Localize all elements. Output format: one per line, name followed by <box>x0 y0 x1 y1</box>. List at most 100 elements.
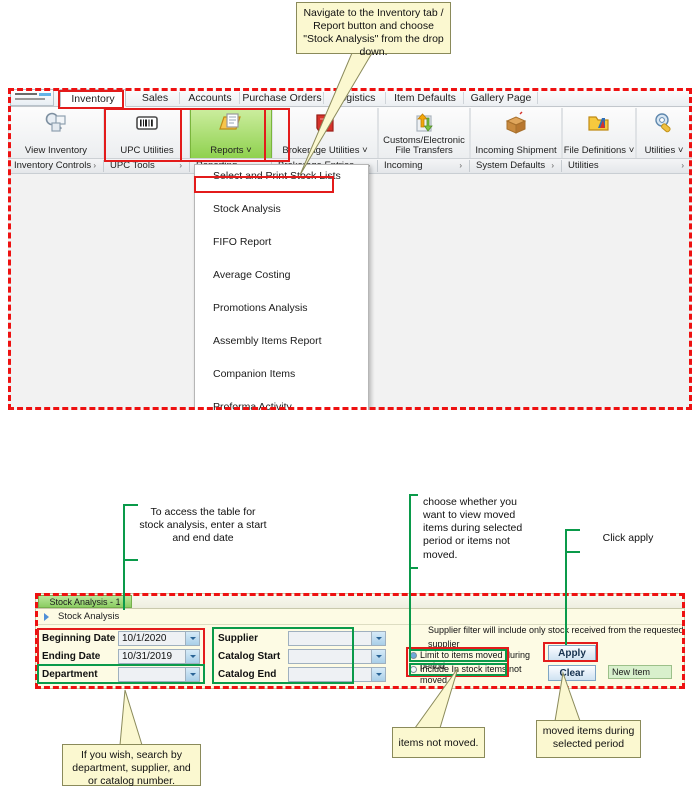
beginning-date-input[interactable]: 10/1/2020 <box>118 631 200 646</box>
menu-item-stock-analysis[interactable]: Stock Analysis <box>195 201 368 218</box>
callout-click-apply-text: Click apply <box>602 532 654 544</box>
ribbon-button-utilities-label: Utilities ˅ <box>644 145 684 156</box>
menu-item-select-and-print-stock-lists[interactable]: Select and Print Stock Lists <box>195 168 368 185</box>
chevron-down-icon[interactable] <box>371 632 385 645</box>
radio-dot-icon <box>410 652 417 659</box>
ribbon-button-customs-label: Customs/Electronic File Transfers <box>383 135 465 156</box>
new-item-label: New Item <box>612 667 651 677</box>
stock-analysis-window: Stock Analysis - 1 Stock Analysis Beginn… <box>35 593 685 689</box>
supplier-label-text: Supplier <box>218 633 259 644</box>
menu-item-fifo-report[interactable]: FIFO Report <box>195 234 368 251</box>
chevron-right-icon: › <box>179 161 182 170</box>
chevron-down-icon[interactable] <box>185 668 199 681</box>
tab-logistics[interactable]: Logistics <box>324 89 386 107</box>
supplier-filter-hint: Supplier filter will include only stock … <box>428 623 684 649</box>
chevron-down-icon[interactable] <box>371 668 385 681</box>
stock-analysis-title-text: Stock Analysis <box>58 611 120 622</box>
tab-logistics-label: Logistics <box>334 92 376 104</box>
ending-date-input[interactable]: 10/31/2019 <box>118 649 200 664</box>
menu-item-label: FIFO Report <box>213 236 272 248</box>
callout-search-note: If you wish, search by department, suppl… <box>62 744 201 787</box>
catalog-start-label: Catalog Start <box>216 649 288 664</box>
app-logo-icon <box>10 89 54 106</box>
catalog-end-label: Catalog End <box>216 667 288 682</box>
ribbon-button-view-inventory[interactable]: View Inventory <box>8 108 104 158</box>
red-book-icon <box>312 111 338 135</box>
catalog-start-label-text: Catalog Start <box>218 651 281 662</box>
tab-item-defaults-label: Item Defaults <box>394 92 456 104</box>
tab-item-defaults[interactable]: Item Defaults <box>386 89 464 107</box>
department-input[interactable] <box>118 667 200 682</box>
chevron-right-icon: › <box>93 161 96 170</box>
chevron-right-icon: › <box>681 161 684 170</box>
catalog-end-label-text: Catalog End <box>218 669 277 680</box>
tab-accounts[interactable]: Accounts <box>180 89 240 107</box>
menu-item-companion-items[interactable]: Companion Items <box>195 366 368 383</box>
callout-click-apply-note: Click apply <box>586 528 670 546</box>
ribbon-group-incoming-shipments[interactable]: Incoming Shipments › <box>378 159 470 185</box>
ribbon-group-inventory-controls[interactable]: Inventory Controls › <box>8 159 104 173</box>
callout-items-not-moved-note: items not moved. <box>392 727 485 758</box>
stock-analysis-tab-label: Stock Analysis - 1 <box>49 597 121 607</box>
menu-item-average-costing[interactable]: Average Costing <box>195 267 368 284</box>
ribbon-button-file-definitions-label: File Definitions ˅ <box>563 145 635 156</box>
magnifier-boxes-icon <box>43 111 69 135</box>
radio-include-in-stock-not-moved[interactable]: Include In stock items not moved <box>410 664 538 685</box>
ribbon-button-upc-utilities[interactable]: UPC Utilities <box>104 108 190 158</box>
tab-inventory-label: Inventory <box>71 93 115 105</box>
catalog-start-input[interactable] <box>288 649 386 664</box>
department-label: Department <box>40 667 116 682</box>
ribbon-button-incoming-shipment[interactable]: Incoming Shipment <box>470 108 562 158</box>
tab-gallery-page[interactable]: Gallery Page <box>464 89 538 107</box>
menu-item-assembly-items-report[interactable]: Assembly Items Report <box>195 333 368 350</box>
ribbon-button-utilities[interactable]: Utilities ˅ <box>636 108 692 158</box>
supplier-input[interactable] <box>288 631 386 646</box>
department-label-text: Department <box>42 669 98 680</box>
ribbon-button-customs-electronic-file-transfers[interactable]: Customs/Electronic File Transfers <box>378 108 470 158</box>
apply-button[interactable]: Apply <box>548 645 596 661</box>
callout-apply-note <box>586 663 596 671</box>
ribbon-button-view-inventory-label: View Inventory <box>24 145 88 156</box>
chevron-down-icon[interactable] <box>371 650 385 663</box>
menu-item-promotions-analysis[interactable]: Promotions Analysis <box>195 300 368 317</box>
tab-sales[interactable]: Sales <box>130 89 180 107</box>
up-down-arrows-icon <box>411 111 437 135</box>
ribbon-button-reports[interactable]: Reports ˅ <box>190 108 272 158</box>
radio-include-in-stock-not-moved-label: Include In stock items not moved <box>420 664 522 685</box>
ribbon-button-brokerage-utilities[interactable]: Brokerage Utilities ˅ <box>272 108 378 158</box>
menu-item-proforma-activity[interactable]: Proforma Activity <box>195 399 368 410</box>
ribbon-button-brokerage-utilities-label: Brokerage Utilities ˅ <box>282 145 368 156</box>
ribbon-group-upc-tools-label: UPC Tools <box>110 160 155 171</box>
menu-item-label: Companion Items <box>213 368 296 380</box>
ribbon-button-file-definitions[interactable]: File Definitions ˅ <box>562 108 636 158</box>
radio-limit-to-items-moved[interactable]: Limit to items moved during period <box>410 650 538 671</box>
chevron-right-icon: › <box>551 161 554 170</box>
stock-analysis-tab[interactable]: Stock Analysis - 1 <box>38 595 132 608</box>
beginning-date-value: 10/1/2020 <box>122 633 167 644</box>
tab-inventory[interactable]: Inventory <box>60 89 126 107</box>
ribbon-group-system-defaults[interactable]: System Defaults › <box>470 159 562 173</box>
tab-purchase-orders[interactable]: Purchase Orders <box>240 89 324 107</box>
callout-moved-note: choose whether you want to view moved it… <box>418 492 546 568</box>
callout-items-not-moved-text: items not moved. <box>398 737 479 749</box>
reports-folder-icon <box>218 111 244 135</box>
chevron-down-icon[interactable] <box>185 632 199 645</box>
yellow-folder-icon <box>586 111 612 135</box>
chevron-right-icon: › <box>459 161 462 170</box>
tab-accounts-label: Accounts <box>188 92 232 104</box>
ribbon-group-upc-tools[interactable]: UPC Tools › <box>104 159 190 173</box>
chevron-down-icon[interactable] <box>185 650 199 663</box>
menu-item-label: Average Costing <box>213 269 291 281</box>
ending-date-label: Ending Date <box>40 649 116 664</box>
new-item-field[interactable]: New Item <box>608 665 672 679</box>
ribbon-tab-strip: Inventory Sales Accounts Purchase Orders… <box>8 88 692 107</box>
callout-navigate-text: Navigate to the Inventory tab / Report b… <box>303 7 444 59</box>
ribbon-group-system-defaults-label: System Defaults <box>476 160 546 171</box>
ending-date-value: 10/31/2019 <box>122 651 173 662</box>
ribbon-group-utilities[interactable]: Utilities › <box>562 159 692 173</box>
callout-moved-items-note: moved items during selected period <box>536 720 641 758</box>
menu-item-label: Select and Print Stock Lists <box>213 170 341 182</box>
callout-navigate-note: Navigate to the Inventory tab / Report b… <box>296 2 451 58</box>
menu-item-label: Promotions Analysis <box>213 302 308 314</box>
catalog-end-input[interactable] <box>288 667 386 682</box>
